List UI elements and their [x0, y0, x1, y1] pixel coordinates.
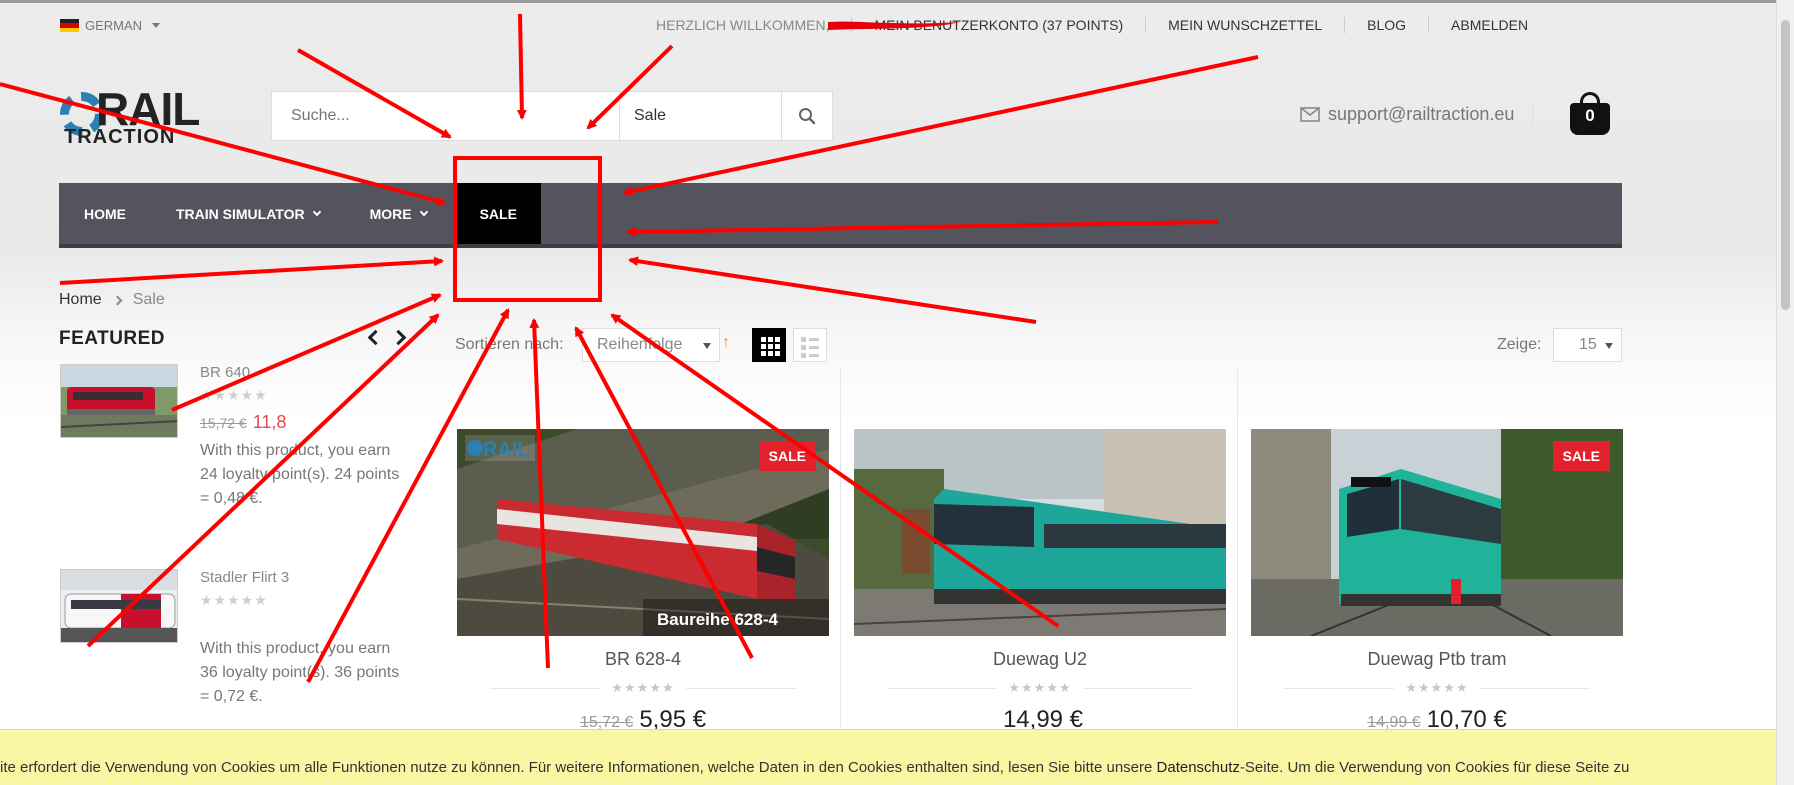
- image-caption-text: Baureihe 628-4: [657, 610, 778, 629]
- loyalty-info: With this product, you earn 36 loyalty p…: [200, 640, 400, 705]
- featured-thumbnail[interactable]: [60, 569, 178, 643]
- column-divider: [1237, 368, 1238, 728]
- sort-label: Sortieren nach:: [455, 336, 564, 353]
- wishlist-link[interactable]: MEIN WUNSCHZETTEL: [1146, 17, 1346, 33]
- product-card[interactable]: SALE Duewag Ptb tram ★★★★★ 14,99 €10,70 …: [1251, 429, 1623, 734]
- chevron-down-icon: [419, 207, 428, 217]
- rating-stars: ★★★★★: [1251, 680, 1623, 696]
- window-top-border: [0, 0, 1794, 3]
- blog-link[interactable]: BLOG: [1345, 17, 1430, 33]
- caret-down-icon: [152, 23, 161, 28]
- show-label: Zeige:: [1497, 336, 1542, 353]
- chevron-down-icon: [312, 207, 321, 217]
- scrollbar-thumb[interactable]: [1781, 20, 1790, 310]
- top-links: HERZLICH WILLKOMMEN, MEIN BENUTZERKONTO …: [656, 17, 1528, 33]
- product-image[interactable]: [854, 429, 1226, 636]
- rating-stars: ★★★★★: [200, 387, 268, 403]
- sort-select-value: Reihenfolge: [597, 336, 683, 353]
- featured-item-name[interactable]: Stadler Flirt 3: [200, 569, 410, 586]
- privacy-link[interactable]: Datenschutz: [1157, 759, 1240, 776]
- featured-new-price: 11,8: [252, 412, 287, 432]
- featured-old-price: 15,72 €: [200, 415, 247, 431]
- list-view-button[interactable]: [793, 328, 827, 362]
- breadcrumb-home[interactable]: Home: [59, 291, 102, 309]
- featured-carousel-controls: [367, 328, 407, 346]
- language-label: GERMAN: [85, 18, 143, 33]
- search-bar: [271, 91, 833, 141]
- sale-badge: SALE: [1552, 441, 1610, 471]
- nav-more[interactable]: MORE: [345, 183, 452, 244]
- search-button[interactable]: [782, 92, 832, 140]
- chevron-right-icon[interactable]: [390, 329, 407, 346]
- nav-sale[interactable]: SALE: [455, 183, 541, 244]
- search-input[interactable]: [272, 92, 620, 140]
- per-page-value: 15: [1579, 336, 1597, 353]
- search-category-field[interactable]: [620, 92, 782, 140]
- product-image[interactable]: SALE: [1251, 429, 1623, 636]
- product-name[interactable]: Duewag U2: [854, 649, 1226, 670]
- nav-home-label: HOME: [84, 205, 126, 222]
- main-navigation: HOME TRAIN SIMULATOR MORE SALE: [59, 183, 1622, 248]
- sort-direction-arrow-icon[interactable]: ↑: [722, 334, 730, 352]
- search-icon: [799, 108, 816, 125]
- image-logo-text: RAIL: [483, 439, 530, 461]
- caret-down-icon: [1605, 343, 1613, 349]
- per-page-select[interactable]: 15: [1553, 328, 1622, 362]
- train-thumbnail-image: [61, 570, 177, 642]
- nav-sale-label: SALE: [479, 205, 517, 222]
- support-email[interactable]: support@railtraction.eu: [1300, 104, 1534, 125]
- cookie-text-end: -Seite. Um die Verwendung von Cookies fü…: [1239, 759, 1630, 776]
- rating-stars: ★★★★★: [854, 680, 1226, 696]
- shopping-cart[interactable]: 0: [1568, 91, 1612, 137]
- grid-view-button[interactable]: [752, 328, 786, 362]
- annotation-arrow: [628, 256, 1037, 324]
- site-logo[interactable]: RAIL TRACTION: [58, 86, 202, 148]
- account-link[interactable]: MEIN BENUTZERKONTO (37 POINTS): [852, 17, 1147, 33]
- logo-text-bottom: TRACTION: [64, 126, 176, 148]
- nav-home[interactable]: HOME: [59, 183, 151, 244]
- welcome-text: HERZLICH WILLKOMMEN,: [656, 17, 853, 33]
- nav-more-label: MORE: [369, 205, 412, 222]
- featured-thumbnail[interactable]: [60, 364, 178, 438]
- product-card[interactable]: Baureihe 628-4 RAIL SALE BR 628-4 ★★★★★ …: [457, 429, 829, 734]
- product-name[interactable]: BR 628-4: [457, 649, 829, 670]
- product-image[interactable]: Baureihe 628-4 RAIL SALE: [457, 429, 829, 636]
- cookie-banner: ite erfordert die Verwendung von Cookies…: [0, 729, 1776, 785]
- rating-stars: ★★★★★: [457, 680, 829, 696]
- chevron-left-icon[interactable]: [367, 329, 384, 346]
- support-email-text: support@railtraction.eu: [1328, 104, 1515, 124]
- product-name[interactable]: Duewag Ptb tram: [1251, 649, 1623, 670]
- cookie-text: ite erfordert die Verwendung von Cookies…: [0, 759, 1157, 776]
- nav-train-simulator-label: TRAIN SIMULATOR: [176, 205, 305, 222]
- featured-title: FEATURED: [59, 328, 166, 349]
- featured-item-name[interactable]: BR 640: [200, 364, 410, 381]
- sale-badge: SALE: [758, 441, 816, 471]
- sort-select[interactable]: Reihenfolge: [582, 328, 720, 362]
- cart-count: 0: [1585, 106, 1595, 125]
- train-thumbnail-image: [61, 365, 177, 437]
- breadcrumb: Home Sale: [59, 291, 165, 309]
- language-selector[interactable]: GERMAN: [60, 18, 161, 33]
- nav-train-simulator[interactable]: TRAIN SIMULATOR: [151, 183, 345, 244]
- rating-stars: ★★★★★: [200, 592, 268, 608]
- annotation-arrow: [59, 256, 444, 285]
- loyalty-info: With this product, you earn 24 loyalty p…: [200, 442, 400, 507]
- chevron-right-icon: [112, 295, 123, 305]
- german-flag-icon: [60, 19, 79, 32]
- tram-image: [854, 429, 1226, 636]
- caret-down-icon: [703, 343, 711, 349]
- page-scrollbar[interactable]: [1776, 0, 1794, 785]
- column-divider: [840, 368, 841, 728]
- logout-link[interactable]: ABMELDEN: [1429, 17, 1528, 33]
- breadcrumb-current: Sale: [132, 291, 165, 308]
- envelope-icon: [1300, 107, 1320, 122]
- product-card[interactable]: Duewag U2 ★★★★★ 14,99 €: [854, 429, 1226, 734]
